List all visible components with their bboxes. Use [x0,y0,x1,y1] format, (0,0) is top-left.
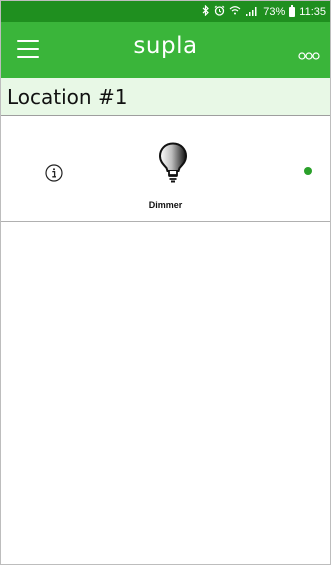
app-screen: 73% 11:35 supla Location #1 Dimmer [0,0,331,565]
online-status-dot [304,167,312,175]
alarm-icon [214,5,225,19]
wifi-icon [229,5,241,18]
channel-row-dimmer[interactable]: Dimmer [1,116,330,222]
three-circles-icon[interactable] [298,46,320,60]
battery-icon [289,4,296,17]
empty-list-area [1,222,330,564]
status-bar: 73% 11:35 [1,1,330,22]
app-bar: supla [1,22,330,78]
info-icon[interactable] [45,164,63,182]
bluetooth-icon [202,4,210,19]
location-name: Location #1 [7,84,128,109]
clock: 11:35 [299,5,326,18]
app-title: supla [133,33,198,59]
signal-icon [245,7,259,16]
channel-caption: Dimmer [148,200,183,210]
bulb-icon[interactable] [158,142,188,184]
location-header[interactable]: Location #1 [1,78,330,116]
battery-percent: 73% [263,5,286,18]
